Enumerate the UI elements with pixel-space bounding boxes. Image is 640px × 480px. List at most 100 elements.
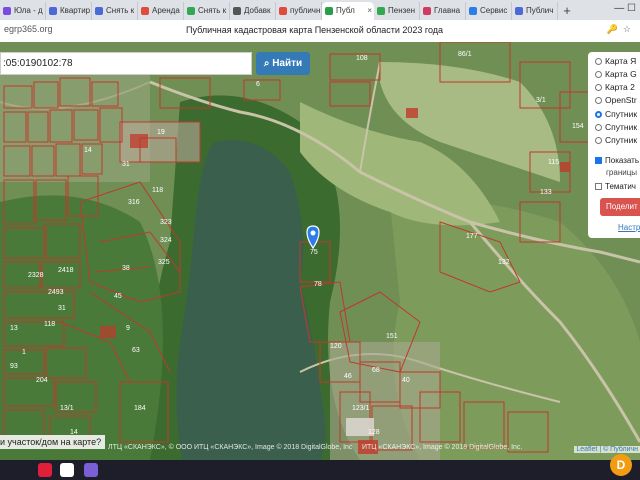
plot-number-label[interactable]: 6: [256, 81, 260, 88]
show-borders-sublabel: границы: [606, 168, 638, 177]
viber-icon[interactable]: [84, 463, 98, 477]
yandex-icon[interactable]: [60, 463, 74, 477]
opera-icon[interactable]: [38, 463, 52, 477]
layer-label: Карта 2: [605, 82, 635, 92]
plot-number-label[interactable]: 63: [132, 347, 140, 354]
plot-number-label[interactable]: 14: [84, 147, 92, 154]
browser-tab[interactable]: Квартир: [46, 2, 92, 20]
new-tab-button[interactable]: +: [560, 2, 574, 20]
attribution-right: ИТЦ «СКАНЭКС», Image © 2018 DigitalGlobe…: [362, 444, 523, 451]
plot-number-label[interactable]: 316: [128, 199, 140, 206]
layer-label: Спутник: [605, 122, 638, 132]
plot-number-label[interactable]: 151: [386, 333, 398, 340]
plot-number-label[interactable]: 324: [160, 237, 172, 244]
tab-favicon-icon: [325, 7, 333, 15]
tab-label: Снять к: [106, 6, 135, 15]
plot-number-label[interactable]: 325: [158, 259, 170, 266]
tab-favicon-icon: [515, 7, 523, 15]
browser-tab[interactable]: Юла - д: [0, 2, 46, 20]
layer-radio-google[interactable]: Карта G: [595, 69, 637, 79]
thematic-checkbox[interactable]: Тематич: [595, 182, 636, 191]
plot-number-label[interactable]: 120: [330, 343, 342, 350]
plot-number-label[interactable]: 123/1: [352, 405, 370, 412]
layer-radio-2gis[interactable]: Карта 2: [595, 82, 635, 92]
plot-number-label[interactable]: 204: [36, 377, 48, 384]
tab-favicon-icon: [279, 7, 287, 15]
plot-number-label[interactable]: 154: [572, 123, 584, 130]
layer-radio-satellite-3[interactable]: Спутник: [595, 135, 637, 145]
tab-label: Пензен: [388, 6, 416, 15]
plot-number-label[interactable]: 46: [344, 373, 352, 380]
plot-number-label[interactable]: 184: [134, 405, 146, 412]
plot-number-label[interactable]: 78: [314, 281, 322, 288]
dzen-icon[interactable]: D: [610, 454, 632, 476]
plot-number-label[interactable]: 75: [310, 249, 318, 256]
plot-number-label[interactable]: 3/1: [536, 97, 546, 104]
plot-number-label[interactable]: 93: [10, 363, 18, 370]
plot-number-label[interactable]: 177: [466, 233, 478, 240]
browser-tab[interactable]: Снять к: [92, 2, 138, 20]
plot-number-label[interactable]: 118: [152, 187, 163, 194]
browser-tab-strip: Юла - д Квартир Снять к Аренда Снять к Добавк…: [0, 0, 640, 20]
plot-number-label[interactable]: 31: [58, 305, 66, 312]
address-url[interactable]: egrp365.org: [4, 24, 53, 34]
plot-number-label[interactable]: 323: [160, 219, 172, 226]
plot-number-label[interactable]: 86/1: [458, 51, 472, 58]
satellite-map[interactable]: 108 86/1 6 3/1 19 31 316 118 323 324 325 38 45 2418 23…: [0, 42, 640, 460]
browser-tab[interactable]: публичн: [276, 2, 322, 20]
plot-number-label[interactable]: 45: [114, 293, 122, 300]
browser-tab[interactable]: Аренда: [138, 2, 184, 20]
tab-label: Публ: [336, 6, 355, 15]
address-bar[interactable]: egrp365.org Публичная кадастровая карта …: [0, 20, 640, 43]
plot-number-label[interactable]: 2418: [58, 267, 74, 274]
window-controls[interactable]: — ☐: [614, 0, 640, 18]
plot-number-label[interactable]: 115: [548, 159, 559, 166]
plot-number-label[interactable]: 133: [540, 189, 552, 196]
plot-number-label[interactable]: 13/1: [60, 405, 74, 412]
plot-number-label[interactable]: 19: [157, 129, 165, 136]
plot-number-label[interactable]: 9: [126, 325, 130, 332]
plot-number-label[interactable]: 2493: [48, 289, 64, 296]
cadastral-search-input[interactable]: :05:0190102:78: [0, 52, 252, 75]
search-icon: ⌕: [263, 58, 270, 69]
browser-tab[interactable]: Добавк: [230, 2, 276, 20]
browser-tab[interactable]: Публич: [512, 2, 558, 20]
tab-favicon-icon: [469, 7, 477, 15]
map-imagery[interactable]: 10886/163/119313161183233243253845241823…: [0, 42, 640, 460]
plot-number-label[interactable]: 40: [402, 377, 410, 384]
find-button-label: Найти: [272, 58, 303, 69]
browser-tab[interactable]: Пензен: [374, 2, 420, 20]
plot-number-label[interactable]: 108: [356, 55, 368, 62]
browser-tab[interactable]: Публ ×: [322, 2, 374, 20]
tab-label: Добавк: [244, 6, 271, 15]
share-button[interactable]: Поделит: [600, 198, 640, 216]
layer-radio-satellite-1[interactable]: Спутник: [595, 109, 637, 119]
tab-label: Юла - д: [14, 6, 43, 15]
layer-radio-satellite-2[interactable]: Спутник: [595, 122, 637, 132]
close-tab-icon[interactable]: ×: [367, 2, 372, 20]
show-borders-checkbox[interactable]: Показать: [595, 156, 639, 165]
browser-tab[interactable]: Главна: [420, 2, 466, 20]
plot-number-label[interactable]: 38: [122, 265, 130, 272]
plot-number-label[interactable]: 118: [44, 321, 55, 328]
layer-radio-yandex[interactable]: Карта Я: [595, 56, 636, 66]
plot-number-label[interactable]: 31: [122, 161, 130, 168]
browser-tab[interactable]: Снять к: [184, 2, 230, 20]
layer-radio-osm[interactable]: OpenStr: [595, 95, 637, 105]
plot-number-label[interactable]: 132: [498, 259, 510, 266]
tab-label: Квартир: [60, 6, 91, 15]
find-button[interactable]: ⌕ Найти: [256, 52, 310, 75]
plot-number-label[interactable]: 13: [10, 325, 18, 332]
settings-link[interactable]: Настро: [618, 223, 640, 232]
plot-number-label[interactable]: 1: [22, 349, 26, 356]
leaflet-attribution-link[interactable]: Leaflet | © Публичн: [574, 446, 640, 453]
tab-favicon-icon: [3, 7, 11, 15]
tab-favicon-icon: [141, 7, 149, 15]
plot-number-label[interactable]: 68: [372, 367, 380, 374]
address-bar-icons[interactable]: 🔑☆: [607, 24, 636, 35]
browser-tab[interactable]: Сервис: [466, 2, 512, 20]
layer-label: Карта Я: [605, 56, 637, 66]
map-prompt-text[interactable]: и участок/дом на карте?: [0, 435, 106, 449]
plot-number-label[interactable]: 128: [368, 429, 380, 436]
plot-number-label[interactable]: 2328: [28, 272, 44, 279]
